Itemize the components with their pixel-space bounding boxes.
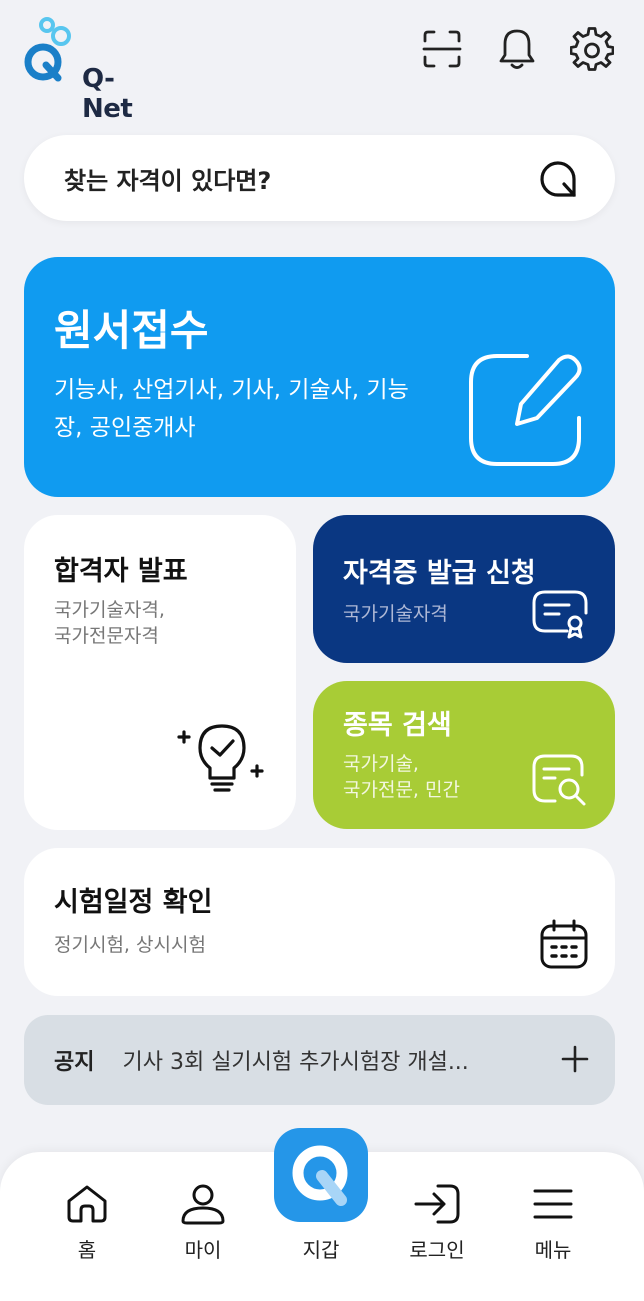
item-search-card[interactable]: 종목 검색 국가기술, 국가전문, 민간: [313, 681, 615, 829]
search-bar[interactable]: 찾는 자격이 있다면?: [24, 135, 615, 221]
item-search-desc-line2: 국가전문, 민간: [343, 779, 460, 801]
schedule-desc: 정기시험, 상시시험: [54, 934, 206, 956]
nav-my[interactable]: 마이: [158, 1180, 248, 1263]
nav-login-label: 로그인: [409, 1238, 465, 1262]
schedule-title: 시험일정 확인: [54, 887, 213, 918]
scan-icon[interactable]: [419, 26, 465, 72]
login-icon: [414, 1184, 460, 1224]
logo-text: Q-Net: [82, 64, 133, 124]
edit-icon: [469, 354, 582, 466]
search-placeholder: 찾는 자격이 있다면?: [64, 166, 272, 195]
document-search-icon: [532, 754, 586, 806]
result-desc-line1: 국가기술자격,: [54, 599, 165, 621]
result-desc-line2: 국가전문자격: [54, 625, 159, 647]
certificate-icon: [532, 590, 588, 639]
plus-icon[interactable]: [561, 1045, 589, 1073]
item-search-desc-line1: 국가기술,: [343, 753, 419, 775]
result-desc: 국가기술자격, 국가전문자격: [54, 597, 165, 649]
nav-home-label: 홈: [77, 1238, 97, 1262]
certificate-title: 자격증 발급 신청: [343, 558, 536, 589]
nav-wallet-label: 지갑: [302, 1238, 340, 1262]
result-title: 합격자 발표: [54, 556, 188, 587]
calendar-icon: [540, 919, 588, 969]
apply-title: 원서접수: [54, 306, 209, 355]
gear-icon[interactable]: [569, 26, 615, 72]
notice-bar[interactable]: 공지 기사 3회 실기시험 추가시험장 개설...: [24, 1015, 615, 1105]
nav-home[interactable]: 홈: [42, 1180, 132, 1263]
wallet-button[interactable]: [274, 1128, 368, 1222]
home-icon: [67, 1185, 107, 1223]
notice-tag: 공지: [54, 1050, 95, 1075]
certificate-card[interactable]: 자격증 발급 신청 국가기술자격: [313, 515, 615, 663]
nav-menu-label: 메뉴: [534, 1238, 572, 1262]
notice-text[interactable]: 기사 3회 실기시험 추가시험장 개설...: [122, 1044, 532, 1076]
menu-icon: [533, 1189, 573, 1219]
nav-my-label: 마이: [184, 1238, 222, 1262]
bell-icon[interactable]: [494, 26, 540, 72]
schedule-card[interactable]: 시험일정 확인 정기시험, 상시시험: [24, 848, 615, 996]
apply-desc: 기능사, 산업기사, 기사, 기술사, 기능장, 공인중개사: [54, 377, 409, 441]
person-icon: [181, 1184, 225, 1225]
nav-menu[interactable]: 메뉴: [508, 1180, 598, 1263]
nav-login[interactable]: 로그인: [392, 1180, 482, 1263]
apply-card[interactable]: 원서접수 기능사, 산업기사, 기사, 기술사, 기능장, 공인중개사: [24, 257, 615, 497]
item-search-desc: 국가기술, 국가전문, 민간: [343, 751, 460, 803]
search-icon[interactable]: [537, 157, 581, 201]
wallet-q-icon: [292, 1145, 348, 1206]
qnet-home: Q-Net 찾는 자격이 있다면? 원서접수 기능사, 산업기사, 기사, 기술…: [0, 0, 644, 1301]
result-card[interactable]: 합격자 발표 국가기술자격, 국가전문자격: [24, 515, 296, 830]
lightbulb-check-icon: [177, 724, 264, 792]
certificate-desc: 국가기술자격: [343, 603, 448, 625]
item-search-title: 종목 검색: [343, 710, 452, 741]
qnet-logo[interactable]: Q-Net: [22, 16, 134, 124]
